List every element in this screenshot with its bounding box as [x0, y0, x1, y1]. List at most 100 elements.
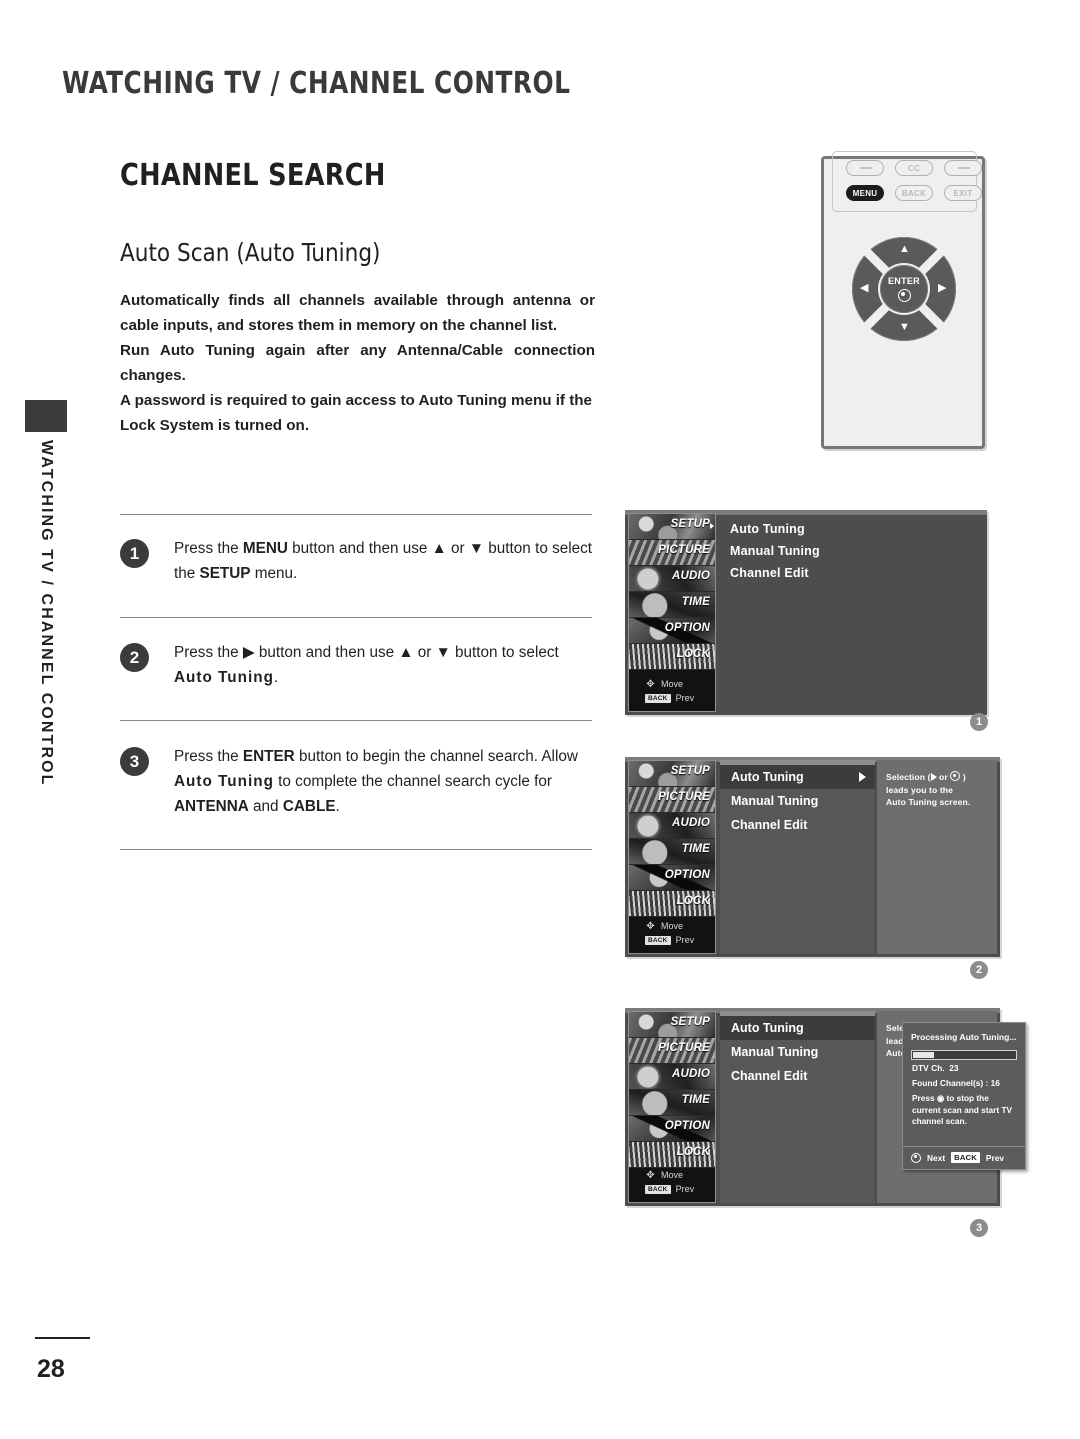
osd-sidebar-item-time[interactable]: TIME	[629, 839, 715, 865]
osd-sidebar-item-option[interactable]: OPTION	[629, 1116, 715, 1142]
osd-menu-item-manual-tuning[interactable]: Manual Tuning	[720, 1040, 875, 1064]
osd-sidebar-item-setup[interactable]: SETUP	[629, 514, 715, 540]
remote-button-back[interactable]: BACK	[895, 185, 933, 201]
intro-paragraph: Automatically finds all channels availab…	[120, 292, 595, 334]
divider	[120, 849, 592, 850]
osd-sidebar-label: PICTURE	[658, 791, 710, 803]
arrow-down-icon[interactable]: ▼	[899, 322, 910, 333]
osd-move-label: Move	[661, 921, 684, 931]
arrow-up-icon[interactable]: ▲	[899, 244, 910, 255]
osd-sidebar-item-setup[interactable]: SETUP	[629, 1012, 715, 1038]
osd-menu-item-manual-tuning[interactable]: Manual Tuning	[720, 540, 820, 562]
osd-menu-item-label: Manual Tuning	[731, 794, 819, 808]
remote-control-illustration: CC MENU BACK EXIT ▲ ▼ ◀ ▶ ENTER	[821, 151, 985, 449]
intro-paragraph: Run Auto Tuning again after any Antenna/…	[120, 342, 595, 384]
osd-sidebar-item-picture[interactable]: PICTURE	[629, 540, 715, 566]
progress-bar	[911, 1050, 1017, 1060]
osd-menu-item-manual-tuning[interactable]: Manual Tuning	[720, 789, 875, 813]
step-marker-3: 3	[970, 1219, 988, 1237]
back-key-badge: BACK	[645, 935, 671, 945]
arrow-left-icon[interactable]: ◀	[860, 283, 868, 294]
osd-sidebar-item-option[interactable]: OPTION	[629, 618, 715, 644]
osd-move-label: Move	[661, 1170, 684, 1180]
divider	[120, 617, 592, 618]
remote-dpad[interactable]: ▲ ▼ ◀ ▶ ENTER	[852, 237, 956, 341]
osd-move-hint: ✥ Move	[629, 919, 715, 933]
chevron-right-icon	[710, 523, 714, 529]
osd-sidebar-item-audio[interactable]: AUDIO	[629, 566, 715, 592]
osd-menu-item-label: Channel Edit	[731, 818, 808, 832]
osd-sidebar-item-time[interactable]: TIME	[629, 1090, 715, 1116]
step-item: 2 Press the ▶ button and then use ▲ or ▼…	[120, 640, 600, 690]
dialog-prev-label[interactable]: Prev	[986, 1153, 1004, 1163]
side-tab-label: WATCHING TV / CHANNEL CONTROL	[38, 440, 55, 787]
osd-screenshot-step1: SETUP PICTURE AUDIO TIME OPTION LOCK ✥ M…	[625, 510, 987, 715]
remote-enter-button[interactable]: ENTER	[880, 265, 928, 313]
back-key-badge: BACK	[645, 693, 671, 703]
chevron-right-icon	[859, 772, 866, 782]
osd-menu-item-label: Auto Tuning	[731, 1021, 804, 1035]
osd-prev-label: Prev	[675, 935, 695, 945]
osd-menu-item-auto-tuning[interactable]: Auto Tuning	[720, 765, 875, 789]
divider	[120, 720, 592, 721]
dialog-found-value: 16	[990, 1077, 1000, 1088]
osd-sidebar-item-lock[interactable]: LOCK	[629, 644, 715, 670]
arrow-right-icon[interactable]: ▶	[938, 283, 946, 294]
osd-sidebar-label: OPTION	[664, 622, 710, 634]
osd-sidebar-item-time[interactable]: TIME	[629, 592, 715, 618]
osd-sidebar-item-audio[interactable]: AUDIO	[629, 813, 715, 839]
osd-menu-column: Auto Tuning Manual Tuning Channel Edit	[720, 760, 875, 954]
dialog-next-label[interactable]: Next	[927, 1153, 945, 1163]
osd-menu-item-channel-edit[interactable]: Channel Edit	[720, 562, 820, 584]
dialog-title: Processing Auto Tuning...	[911, 1032, 1017, 1042]
help-line2: leads you to the	[886, 784, 954, 795]
page-number: 28	[37, 1355, 65, 1383]
remote-button-cc[interactable]: CC	[895, 160, 933, 176]
osd-menu-column: Auto Tuning Manual Tuning Channel Edit	[720, 1011, 875, 1203]
osd-sidebar: SETUP PICTURE AUDIO TIME OPTION LOCK ✥ M…	[628, 1011, 716, 1203]
remote-button-group: CC MENU BACK EXIT	[832, 151, 982, 212]
osd-menu-item-auto-tuning[interactable]: Auto Tuning	[720, 1016, 875, 1040]
osd-menu-item-channel-edit[interactable]: Channel Edit	[720, 813, 875, 837]
osd-screenshot-step3: SETUP PICTURE AUDIO TIME OPTION LOCK ✥ M…	[625, 1008, 1026, 1206]
osd-sidebar-item-setup[interactable]: SETUP	[629, 761, 715, 787]
help-line1-b: or	[936, 772, 951, 782]
step-badge: 3	[120, 747, 149, 776]
remote-button-menu[interactable]: MENU	[846, 185, 884, 201]
dialog-found-line: Found Channel(s) : 16	[903, 1075, 1025, 1090]
osd-prev-label: Prev	[675, 1184, 695, 1194]
osd-screenshot-step2: SETUP PICTURE AUDIO TIME OPTION LOCK ✥ M…	[625, 757, 1000, 957]
osd-sidebar-item-picture[interactable]: PICTURE	[629, 787, 715, 813]
osd-prev-hint: BACK Prev	[629, 933, 715, 947]
osd-sidebar-item-lock[interactable]: LOCK	[629, 1142, 715, 1168]
step-text: Press the ENTER button to begin the chan…	[174, 748, 578, 815]
osd-prev-label: Prev	[675, 693, 695, 703]
osd-sidebar-footer: ✥ Move BACK Prev	[629, 919, 715, 947]
footer-rule	[35, 1337, 90, 1339]
osd-menu-item-auto-tuning[interactable]: Auto Tuning	[720, 518, 820, 540]
remote-button-blank-right[interactable]	[944, 160, 982, 176]
osd-sidebar-label: SETUP	[670, 518, 710, 530]
remote-button-blank-left[interactable]	[846, 160, 884, 176]
osd-sidebar-label: AUDIO	[671, 817, 710, 829]
enter-dot-icon	[897, 289, 911, 302]
osd-sidebar-item-picture[interactable]: PICTURE	[629, 1038, 715, 1064]
remote-button-exit[interactable]: EXIT	[944, 185, 982, 201]
page-title: CHANNEL SEARCH	[120, 158, 386, 193]
enter-dot-icon	[911, 1152, 921, 1163]
progress-bar-fill	[913, 1052, 934, 1058]
osd-menu-item-channel-edit[interactable]: Channel Edit	[720, 1064, 875, 1088]
step-item: 1 Press the MENU button and then use ▲ o…	[120, 536, 600, 586]
osd-sidebar-label: LOCK	[676, 1146, 710, 1158]
osd-sidebar: SETUP PICTURE AUDIO TIME OPTION LOCK ✥ M…	[628, 760, 716, 954]
step-badge: 1	[120, 539, 149, 568]
osd-sidebar-item-option[interactable]: OPTION	[629, 865, 715, 891]
osd-sidebar-label: SETUP	[670, 765, 710, 777]
dialog-channel-line: DTV Ch. 23	[903, 1060, 1025, 1075]
osd-content-panel: Auto Tuning Manual Tuning Channel Edit	[720, 518, 984, 712]
osd-sidebar-item-audio[interactable]: AUDIO	[629, 1064, 715, 1090]
osd-help-column: Selection ( or ) leads you to the Auto T…	[877, 760, 997, 954]
osd-sidebar-item-lock[interactable]: LOCK	[629, 891, 715, 917]
osd-prev-hint: BACK Prev	[629, 691, 715, 705]
step-badge: 2	[120, 643, 149, 672]
